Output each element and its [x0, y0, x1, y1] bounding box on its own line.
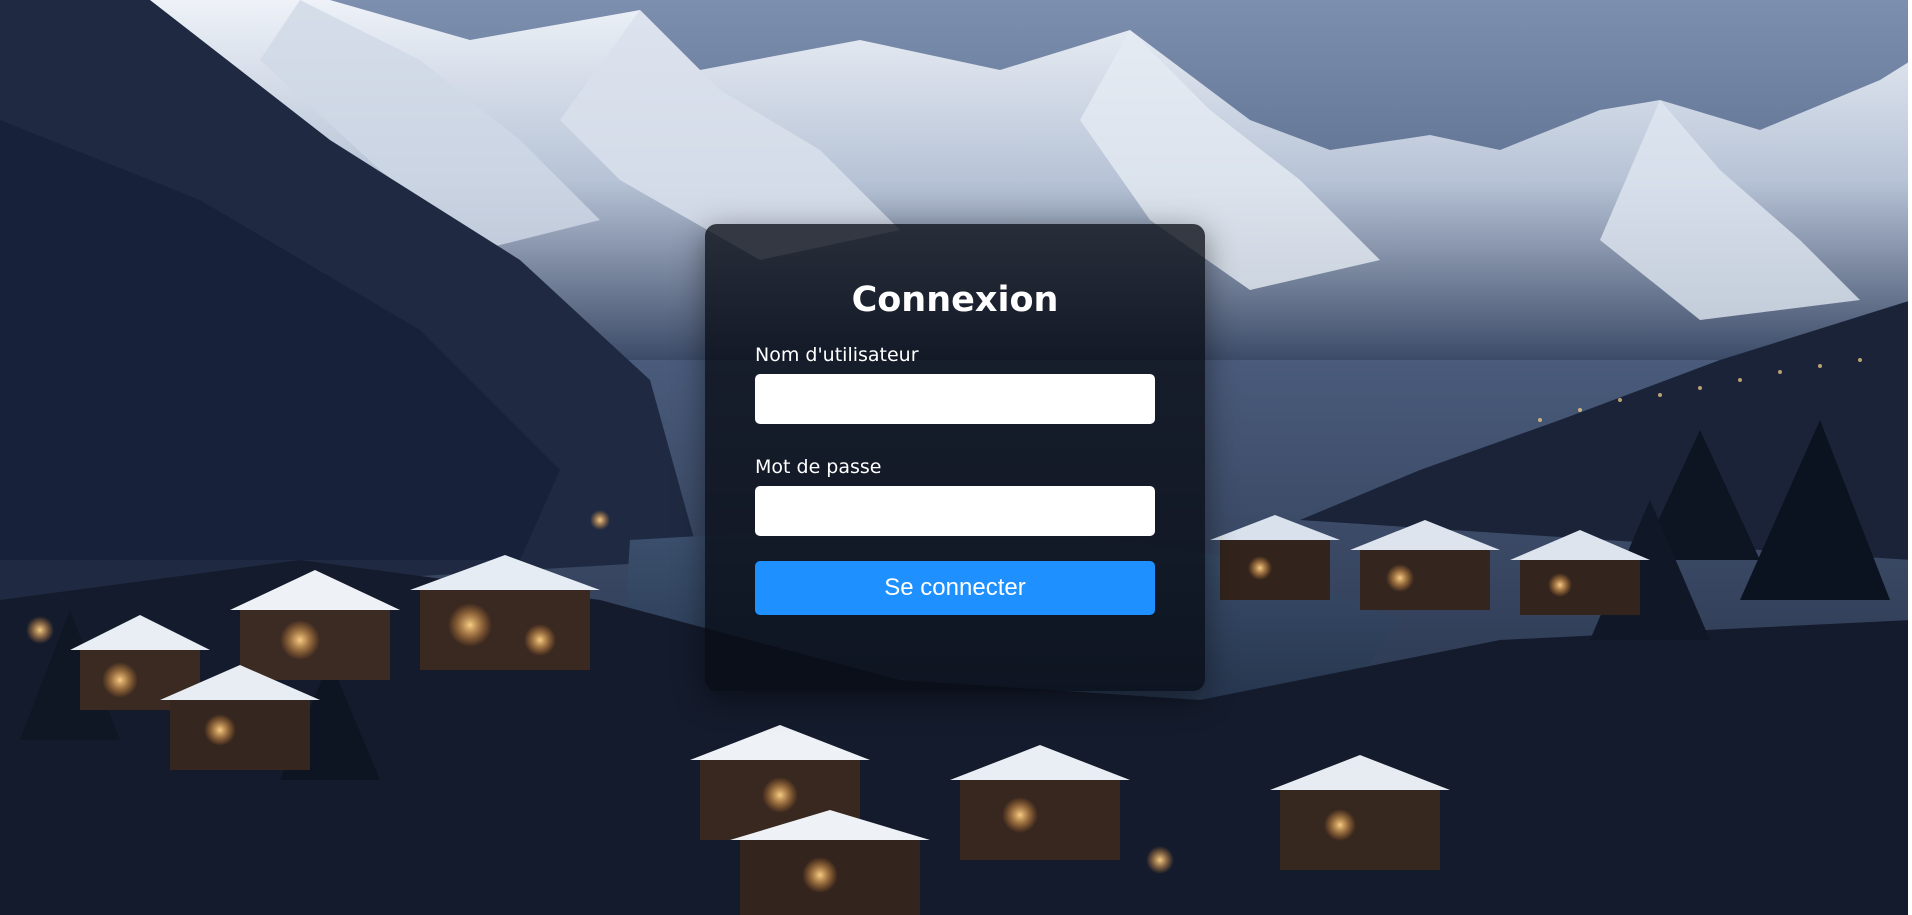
login-title: Connexion	[851, 280, 1059, 320]
password-label: Mot de passe	[755, 456, 882, 478]
password-input[interactable]	[755, 486, 1155, 536]
login-button[interactable]: Se connecter	[755, 561, 1155, 615]
login-form: Connexion Nom d'utilisateur Mot de passe…	[705, 224, 1205, 691]
username-label: Nom d'utilisateur	[755, 344, 919, 366]
username-input[interactable]	[755, 374, 1155, 424]
window-edge	[1908, 0, 1912, 915]
